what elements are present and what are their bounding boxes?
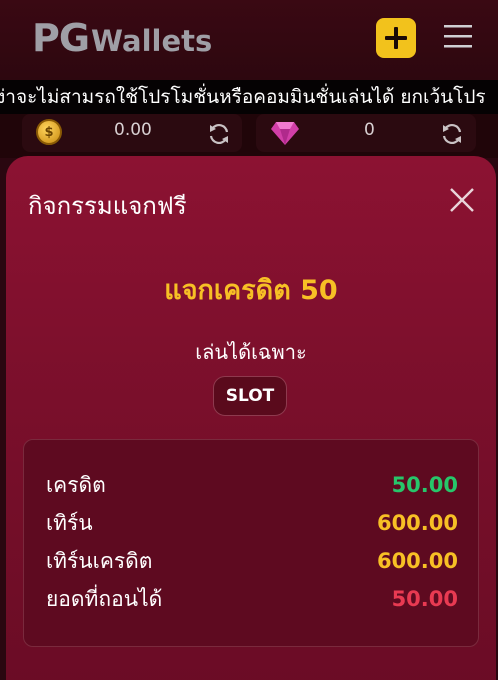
summary-value: 50.00 (391, 587, 458, 611)
summary-label: เทิร์น (46, 510, 93, 535)
slot-category-chip[interactable]: SLOT (213, 376, 287, 416)
gem-balance-card: 0 (256, 114, 476, 152)
logo-pg-text: PG (32, 16, 90, 60)
modal-title: กิจกรรมแจกฟรี (28, 192, 187, 220)
add-funds-button[interactable] (376, 18, 416, 58)
announcement-ticker: ง่าจะไม่สามรถใช้โปรโมชั่นหรือคอมมินชั่นเ… (0, 80, 498, 114)
summary-label: เทิร์นเครดิต (46, 548, 153, 573)
ticker-text: ง่าจะไม่สามรถใช้โปรโมชั่นหรือคอมมินชั่นเ… (0, 86, 486, 108)
balance-bar: $ 0.00 0 (0, 114, 498, 158)
coin-balance-card: $ 0.00 (22, 114, 242, 152)
summary-value: 600.00 (376, 511, 458, 535)
summary-row-credit: เครดิต 50.00 (46, 466, 458, 504)
gem-balance-value: 0 (364, 120, 375, 140)
logo-wallets-text: Wallets (91, 24, 213, 58)
summary-row-withdrawable: ยอดที่ถอนได้ 50.00 (46, 580, 458, 618)
free-credit-heading: แจกเครดิต 50 (164, 275, 338, 306)
summary-label: เครดิต (46, 472, 106, 497)
close-icon[interactable] (448, 186, 476, 214)
summary-row-turnover-credit: เทิร์นเครดิต 600.00 (46, 542, 458, 580)
summary-value: 600.00 (376, 549, 458, 573)
coin-balance-value: 0.00 (114, 120, 152, 140)
hamburger-menu-icon[interactable] (444, 22, 472, 50)
refresh-icon[interactable] (207, 122, 231, 146)
app-header: PG Wallets (0, 0, 498, 80)
play-only-label: เล่นได้เฉพาะ (195, 340, 307, 364)
summary-row-turnover: เทิร์น 600.00 (46, 504, 458, 542)
gold-coin-icon: $ (36, 119, 62, 145)
plus-icon (385, 27, 407, 49)
free-activity-modal: กิจกรรมแจกฟรี แจกเครดิต 50 เล่นได้เฉพาะ … (6, 156, 496, 680)
credit-summary-panel: เครดิต 50.00 เทิร์น 600.00 เทิร์นเครดิต … (23, 439, 479, 647)
diamond-gem-icon (271, 122, 299, 145)
summary-label: ยอดที่ถอนได้ (46, 586, 163, 611)
summary-value: 50.00 (391, 473, 458, 497)
refresh-icon[interactable] (440, 122, 464, 146)
pg-wallets-logo[interactable]: PG Wallets (32, 16, 212, 60)
